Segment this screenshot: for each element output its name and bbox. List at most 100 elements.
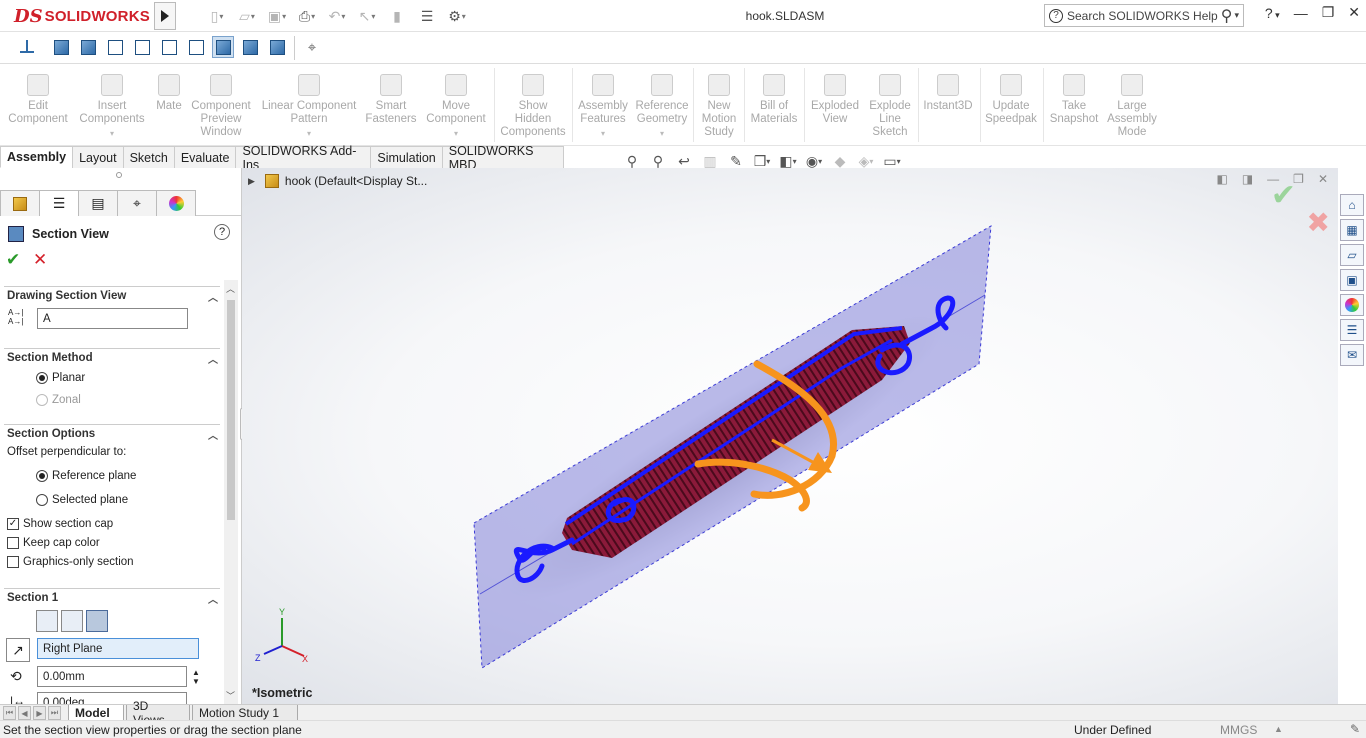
radio-reference-plane[interactable]: Reference plane (36, 470, 136, 482)
tab-assembly[interactable]: Assembly (0, 146, 74, 168)
scroll-thumb[interactable] (227, 300, 235, 520)
view-back-icon[interactable] (77, 36, 99, 58)
tab-layout[interactable]: Layout (72, 146, 124, 168)
search-help-input[interactable]: ? Search SOLIDWORKS Help ⚲ ▾ (1044, 4, 1244, 27)
display-manager-tab[interactable] (156, 190, 196, 216)
triad-icon[interactable] (16, 36, 38, 58)
unit-system-selector[interactable]: MMGS (1220, 723, 1257, 737)
group-header[interactable]: Section 1 ︿ (4, 588, 220, 606)
tab-3d-views[interactable]: 3D Views (126, 699, 190, 727)
right-plane-button[interactable] (86, 610, 108, 632)
select-arrow-icon[interactable]: ↖ ▾ (355, 6, 379, 26)
view-top-icon[interactable] (158, 36, 180, 58)
mate-button[interactable]: Mate (150, 64, 188, 146)
scroll-down-icon[interactable]: ﹀ (226, 689, 235, 702)
save-icon[interactable]: ▣ ▾ (265, 6, 289, 26)
graphics-area[interactable]: ▶ hook (Default<Display St... ◧ ◨ — ❐ ✕ … (242, 168, 1338, 704)
view-dimetric-icon[interactable] (266, 36, 288, 58)
offset-spinner[interactable]: ▲ ▼ (192, 668, 200, 686)
view-right-icon[interactable] (131, 36, 153, 58)
feature-tree-tab[interactable] (0, 190, 40, 216)
top-plane-button[interactable] (61, 610, 83, 632)
bill-of-materials-button[interactable]: Bill of Materials (746, 64, 802, 146)
tab-motion-study-1[interactable]: Motion Study 1 (192, 705, 298, 721)
view-isometric-icon[interactable] (212, 36, 234, 58)
radio-button[interactable] (36, 394, 48, 406)
appearances-icon[interactable] (1340, 294, 1364, 316)
panel-grip[interactable] (116, 172, 122, 178)
chevron-up-icon[interactable]: ▲ (1274, 724, 1283, 734)
tab-mbd[interactable]: SOLIDWORKS MBD (441, 144, 564, 172)
close-icon[interactable]: ✕ (1348, 4, 1360, 21)
reference-plane-field[interactable]: Right Plane (37, 638, 199, 659)
rebuild-icon[interactable]: ▮ (385, 6, 409, 26)
view-front-icon[interactable] (50, 36, 72, 58)
new-document-icon[interactable]: ▯ ▾ (205, 6, 229, 26)
radio-button[interactable] (36, 372, 48, 384)
section-name-field[interactable]: A (37, 308, 188, 329)
checkbox-graphics-only[interactable]: Graphics-only section (7, 556, 134, 568)
chevron-up-icon[interactable]: ︿ (208, 427, 218, 442)
help-menu-button[interactable]: ? ▾ (1265, 5, 1280, 21)
checkbox[interactable] (7, 556, 19, 568)
update-speedpak-button[interactable]: Update Speedpak (982, 64, 1040, 146)
property-manager-tab[interactable]: ☰ (39, 190, 79, 216)
chevron-up-icon[interactable]: ︿ (208, 289, 218, 304)
cancel-button[interactable]: ✕ (33, 250, 47, 270)
take-snapshot-button[interactable]: Take Snapshot (1046, 64, 1102, 146)
next-tab-icon[interactable]: ▶ (33, 706, 46, 720)
tab-sketch[interactable]: Sketch (122, 146, 175, 168)
chevron-up-icon[interactable]: ︿ (208, 591, 218, 606)
offset-distance-field[interactable]: 0.00mm (37, 666, 187, 687)
new-motion-study-button[interactable]: New Motion Study (696, 64, 742, 146)
undo-icon[interactable]: ↶ ▾ (325, 6, 349, 26)
menu-expand-button[interactable] (154, 2, 176, 30)
normal-to-icon[interactable]: ⌖ (301, 36, 323, 58)
minimize-icon[interactable]: — (1294, 5, 1308, 21)
scroll-up-icon[interactable]: ︿ (226, 282, 235, 295)
reverse-direction-icon[interactable]: ↗ (6, 638, 30, 662)
home-icon[interactable]: ⌂ (1340, 194, 1364, 216)
radio-planar[interactable]: Planar (36, 372, 85, 384)
open-folder-icon[interactable]: ▱ ▾ (235, 6, 259, 26)
view-left-icon[interactable] (104, 36, 126, 58)
chevron-down-icon[interactable]: ▾ (307, 127, 311, 140)
move-component-button[interactable]: Move Component ▾ (422, 64, 490, 146)
edit-component-button[interactable]: Edit Component (6, 64, 70, 146)
group-header[interactable]: Section Options ︿ (4, 424, 220, 442)
view-bottom-icon[interactable] (185, 36, 207, 58)
chevron-down-icon[interactable]: ▾ (1234, 10, 1239, 21)
chevron-down-icon[interactable]: ▾ (110, 127, 114, 140)
tab-simulation[interactable]: Simulation (370, 146, 443, 168)
assembly-features-button[interactable]: Assembly Features ▾ (574, 64, 632, 146)
configuration-manager-tab[interactable]: ▤ (78, 190, 118, 216)
checkbox-show-section-cap[interactable]: ✓ Show section cap (7, 518, 113, 530)
chevron-down-icon[interactable]: ▾ (601, 127, 605, 140)
smart-fasteners-button[interactable]: Smart Fasteners (362, 64, 420, 146)
last-tab-icon[interactable]: ⏭ (48, 706, 61, 720)
show-hidden-components-button[interactable]: Show Hidden Components (498, 64, 568, 146)
previous-tab-icon[interactable]: ◀ (18, 706, 31, 720)
file-properties-icon[interactable]: ☰ (415, 6, 439, 26)
radio-button[interactable] (36, 494, 48, 506)
first-tab-icon[interactable]: ⏮ (3, 706, 16, 720)
section-model-view[interactable]: Y X Z (242, 168, 1338, 704)
print-icon[interactable]: ⎙ ▾ (295, 6, 319, 26)
custom-properties-icon[interactable]: ☰ (1340, 319, 1364, 341)
checkbox[interactable]: ✓ (7, 518, 19, 530)
group-header[interactable]: Drawing Section View ︿ (4, 286, 220, 304)
chevron-down-icon[interactable]: ▾ (660, 127, 664, 140)
explode-line-sketch-button[interactable]: Explode Line Sketch (864, 64, 916, 146)
ok-button[interactable]: ✔ (6, 250, 20, 270)
insert-components-button[interactable]: Insert Components ▾ (74, 64, 150, 146)
linear-component-pattern-button[interactable]: Linear Component Pattern ▾ (258, 64, 360, 146)
component-preview-window-button[interactable]: Component Preview Window (190, 64, 252, 146)
radio-button[interactable] (36, 470, 48, 482)
chevron-down-icon[interactable]: ▾ (454, 127, 458, 140)
panel-scrollbar[interactable]: ︿ ﹀ (224, 280, 238, 704)
options-gear-icon[interactable]: ⚙ ▾ (445, 6, 469, 26)
tab-addins[interactable]: SOLIDWORKS Add-Ins (235, 144, 372, 172)
search-icon[interactable]: ⚲ (1221, 6, 1233, 26)
status-settings-icon[interactable]: ✎ (1350, 722, 1360, 736)
chevron-up-icon[interactable]: ︿ (208, 351, 218, 366)
